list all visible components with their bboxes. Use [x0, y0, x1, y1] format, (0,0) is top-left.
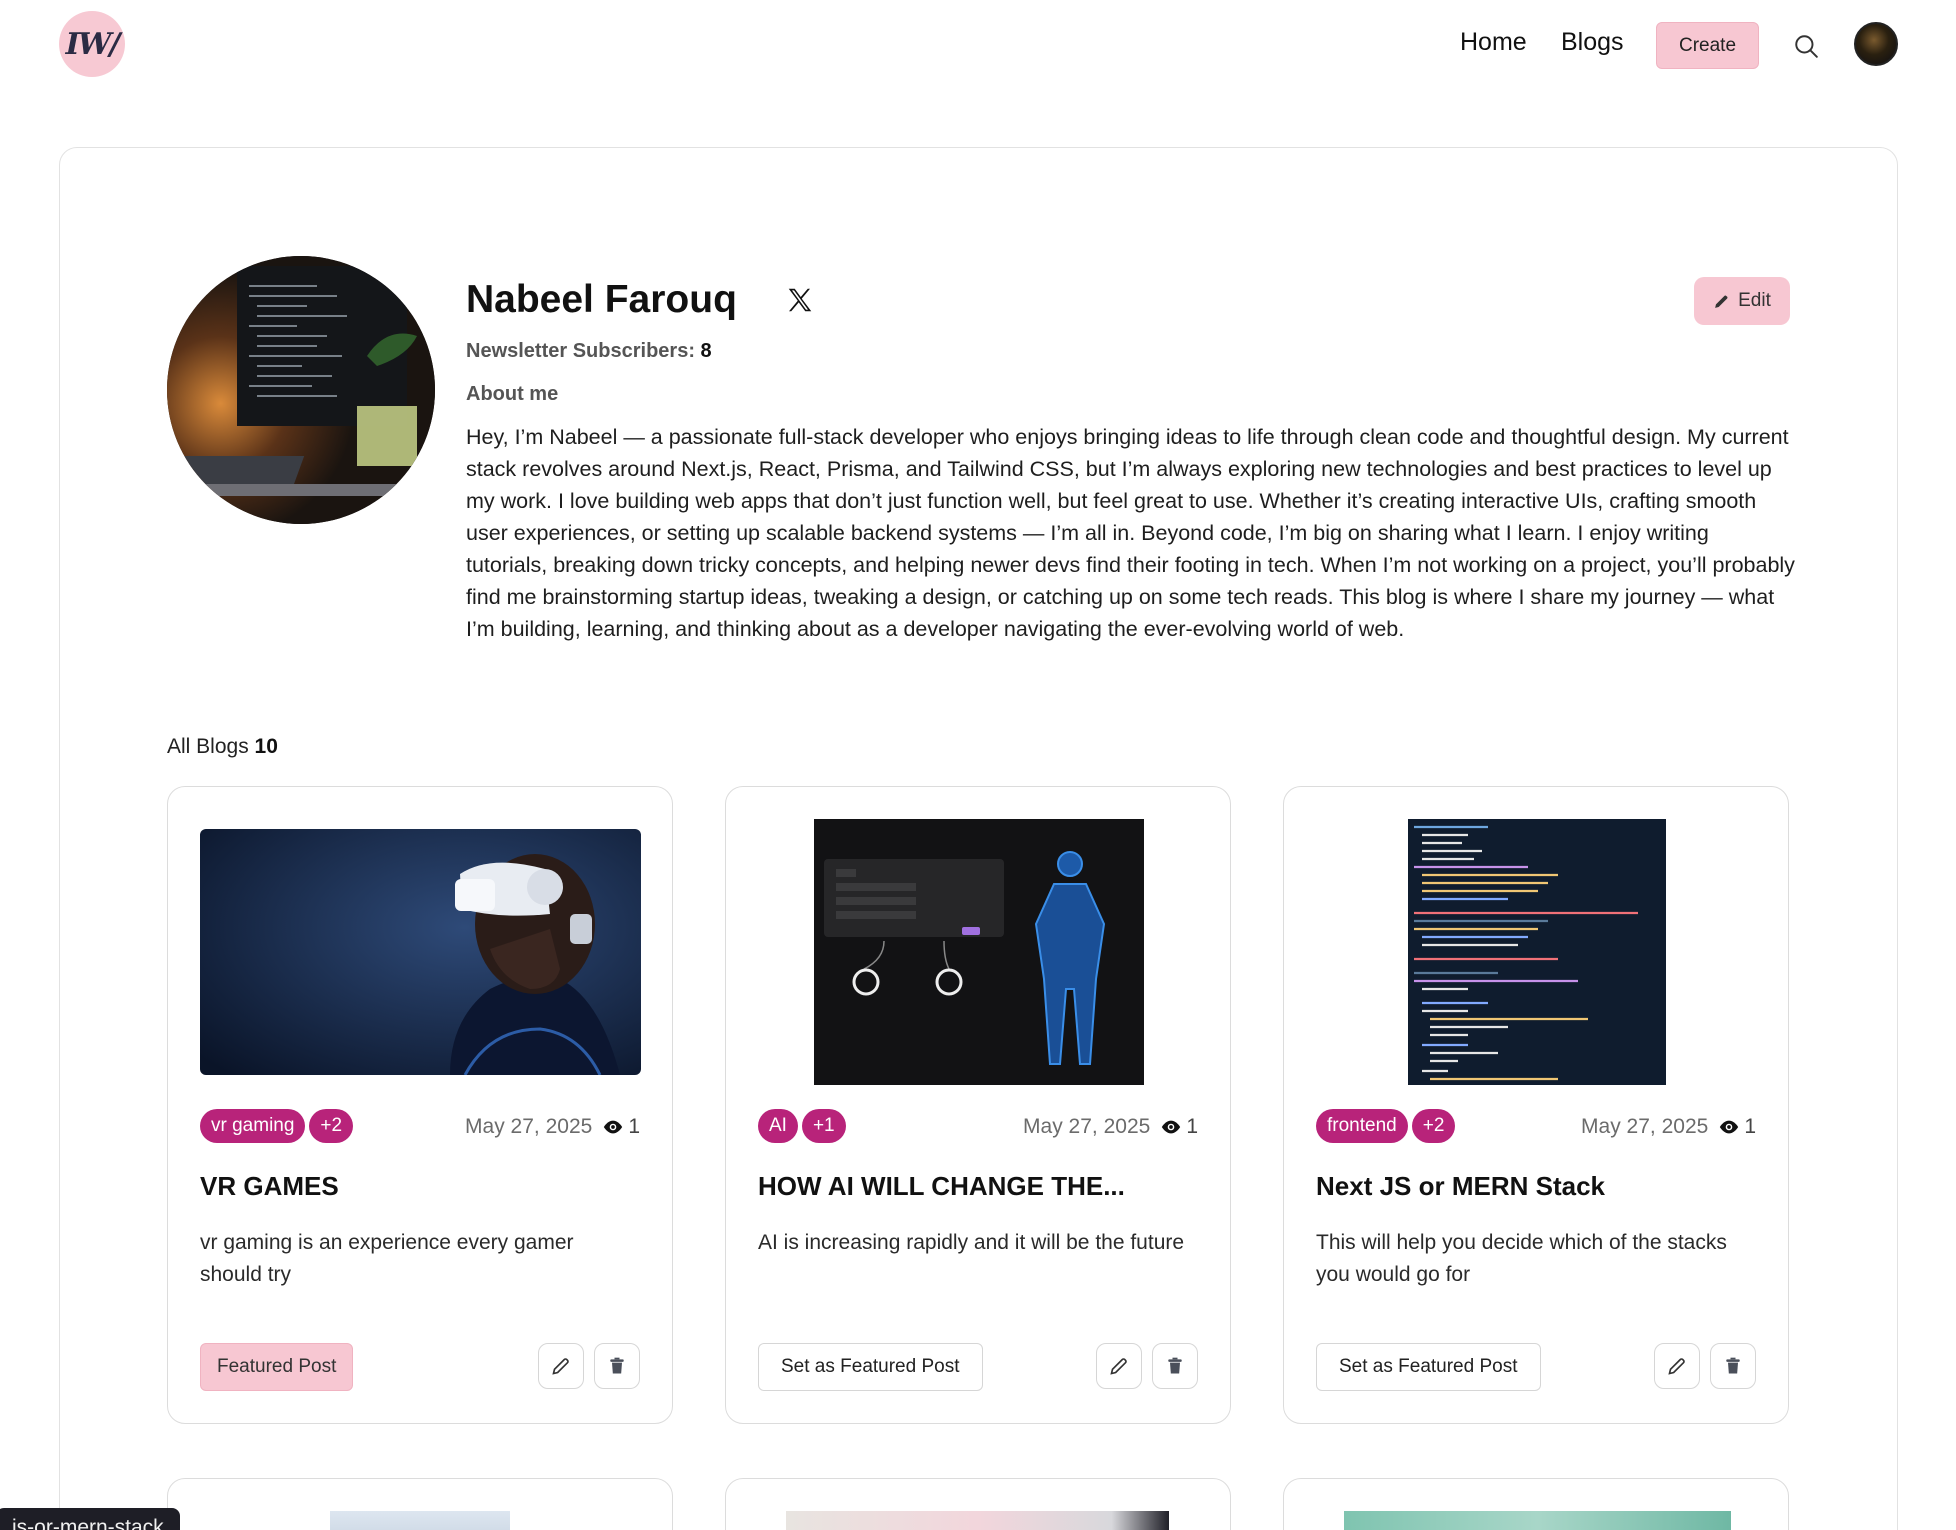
blog-description: This will help you decide which of the s…: [1316, 1231, 1727, 1286]
post-meta: May 27, 2025 1: [465, 1115, 640, 1139]
view-count-value: 1: [1186, 1115, 1198, 1138]
edit-profile-button[interactable]: Edit: [1694, 277, 1790, 325]
pencil-icon: [552, 1358, 569, 1375]
post-meta: May 27, 2025 1: [1023, 1115, 1198, 1139]
post-date: May 27, 2025: [1023, 1115, 1151, 1138]
post-meta: May 27, 2025 1: [1581, 1115, 1756, 1139]
post-date: May 27, 2025: [1581, 1115, 1709, 1138]
featured-post-button[interactable]: Featured Post: [200, 1343, 354, 1391]
trash-icon: [1168, 1357, 1182, 1374]
post-date: May 27, 2025: [465, 1115, 593, 1138]
blog-title[interactable]: HOW AI WILL CHANGE THE...: [758, 1171, 1125, 1202]
tag-chip[interactable]: vr gaming: [200, 1109, 306, 1143]
about-heading: About me: [466, 383, 559, 405]
tag-list: vr gaming +2: [200, 1109, 354, 1143]
blog-card[interactable]: [167, 1478, 673, 1530]
newsletter-subscribers: Newsletter Subscribers: 8: [466, 340, 712, 363]
view-count-value: 1: [628, 1115, 640, 1138]
pencil-icon: [1110, 1358, 1127, 1375]
link-url-tooltip: js-or-mern-stack: [0, 1508, 180, 1530]
trash-icon: [1726, 1357, 1740, 1374]
all-blogs-heading: All Blogs 10: [167, 735, 278, 759]
search-icon[interactable]: [1793, 33, 1819, 59]
blog-thumbnail: [758, 819, 1199, 1085]
delete-post-button[interactable]: [594, 1343, 640, 1389]
delete-post-button[interactable]: [1152, 1343, 1198, 1389]
all-blogs-label: All Blogs: [167, 735, 249, 758]
about-text: Hey, I’m Nabeel — a passionate full-stac…: [466, 425, 1795, 641]
blog-title[interactable]: VR GAMES: [200, 1171, 339, 1202]
blog-card-nextjs-mern[interactable]: frontend +2 May 27, 2025 1 Next JS or ME…: [1283, 786, 1789, 1424]
blog-card[interactable]: [1283, 1478, 1789, 1530]
blog-thumbnail: [786, 1511, 1169, 1530]
blog-thumbnail: [1316, 819, 1757, 1085]
blog-count: 10: [254, 735, 278, 758]
edit-post-button[interactable]: [1096, 1343, 1142, 1389]
eye-icon: [1162, 1120, 1181, 1134]
tag-more-chip[interactable]: +2: [309, 1109, 354, 1143]
tag-list: frontend +2: [1316, 1109, 1456, 1143]
eye-icon: [604, 1120, 623, 1134]
blog-thumbnail: [330, 1511, 510, 1530]
pencil-icon: [1668, 1358, 1685, 1375]
navbar: IW/ Home Blogs Create: [0, 0, 1956, 90]
blog-title[interactable]: Next JS or MERN Stack: [1316, 1171, 1605, 1202]
blog-card[interactable]: [725, 1478, 1231, 1530]
logo-text: IW/: [65, 26, 121, 62]
x-twitter-icon[interactable]: [785, 285, 815, 315]
nav-home-link[interactable]: Home: [1460, 28, 1527, 57]
subscribers-label: Newsletter Subscribers:: [466, 340, 695, 362]
view-count: 1: [602, 1115, 640, 1139]
edit-post-button[interactable]: [1654, 1343, 1700, 1389]
user-avatar[interactable]: [1854, 22, 1898, 66]
tag-more-chip[interactable]: +2: [1411, 1109, 1456, 1143]
pencil-icon: [1715, 295, 1728, 308]
view-count: 1: [1718, 1115, 1756, 1139]
tag-list: AI +1: [758, 1109, 846, 1143]
create-button[interactable]: Create: [1656, 22, 1759, 69]
edit-label: Edit: [1738, 290, 1771, 311]
tag-chip[interactable]: frontend: [1316, 1109, 1408, 1143]
blog-description: AI is increasing rapidly and it will be …: [758, 1231, 1185, 1254]
trash-icon: [610, 1357, 624, 1374]
blog-card-vr-games[interactable]: vr gaming +2 May 27, 2025 1 VR GAMES vr …: [167, 786, 673, 1424]
nav-blogs-link[interactable]: Blogs: [1561, 28, 1624, 57]
edit-post-button[interactable]: [538, 1343, 584, 1389]
delete-post-button[interactable]: [1710, 1343, 1756, 1389]
profile-avatar: [167, 256, 435, 524]
profile-name: Nabeel Farouq: [466, 278, 737, 321]
blog-card-ai[interactable]: AI +1 May 27, 2025 1 HOW AI WILL CHANGE …: [725, 786, 1231, 1424]
blog-thumbnail: [1344, 1511, 1731, 1530]
eye-icon: [1720, 1120, 1739, 1134]
blog-thumbnail: [200, 819, 641, 1085]
subscribers-count: 8: [700, 340, 712, 362]
tag-chip[interactable]: AI: [758, 1109, 798, 1143]
view-count: 1: [1160, 1115, 1198, 1139]
site-logo[interactable]: IW/: [59, 11, 125, 77]
blog-description: vr gaming is an experience every gamer s…: [200, 1231, 574, 1286]
tag-more-chip[interactable]: +1: [801, 1109, 846, 1143]
set-featured-button[interactable]: Set as Featured Post: [758, 1343, 983, 1391]
view-count-value: 1: [1744, 1115, 1756, 1138]
set-featured-button[interactable]: Set as Featured Post: [1316, 1343, 1541, 1391]
